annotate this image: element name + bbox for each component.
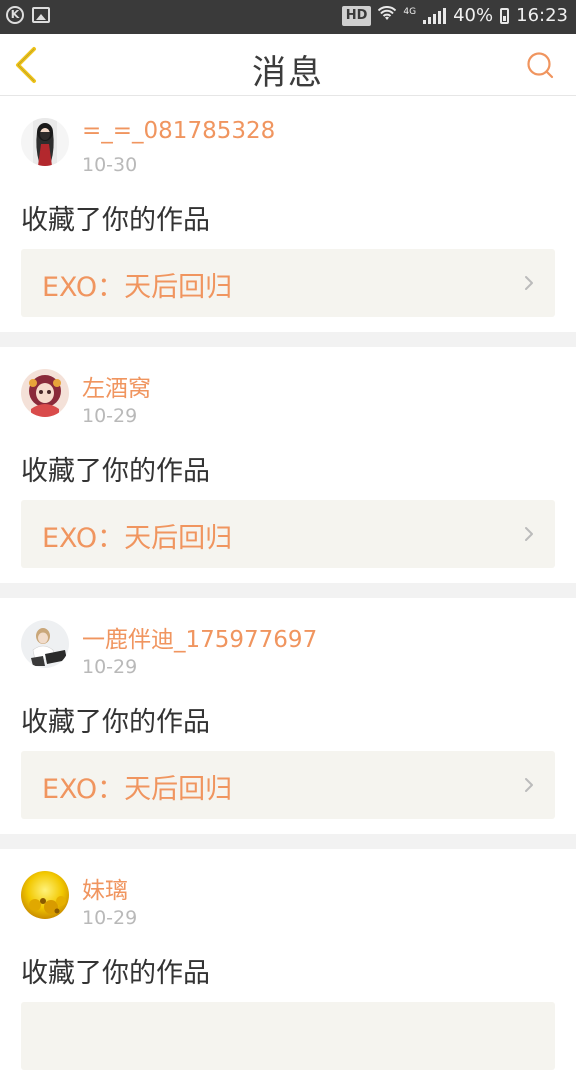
- page-title: 消息: [252, 53, 324, 93]
- search-button[interactable]: [526, 51, 556, 81]
- battery-icon: [500, 7, 510, 24]
- username[interactable]: 妹璃: [82, 871, 128, 905]
- username[interactable]: 左酒窝: [82, 369, 151, 403]
- divider: [0, 332, 576, 347]
- work-title: EXO：天后回归: [42, 272, 233, 303]
- avatar[interactable]: [21, 620, 69, 668]
- chevron-right-icon: [525, 276, 533, 290]
- message-date: 10-30: [82, 154, 138, 176]
- message-list: =_=_081785328 10-30 收藏了你的作品 EXO：天后回归 左酒窝: [0, 96, 576, 1085]
- work-title: EXO：天后回归: [42, 774, 233, 805]
- signal-icon: [423, 7, 447, 24]
- status-left: K: [6, 6, 50, 24]
- hd-badge: HD: [341, 5, 372, 26]
- avatar[interactable]: [21, 871, 69, 919]
- chevron-right-icon: [525, 527, 533, 541]
- work-link[interactable]: EXO：天后回归: [21, 249, 555, 317]
- message-item: =_=_081785328 10-30 收藏了你的作品 EXO：天后回归: [0, 96, 576, 332]
- message-text: 收藏了你的作品: [21, 707, 210, 738]
- message-item: 左酒窝 10-29 收藏了你的作品 EXO：天后回归: [0, 347, 576, 583]
- chevron-right-icon: [525, 778, 533, 792]
- avatar[interactable]: [21, 369, 69, 417]
- username[interactable]: 一鹿伴迪_175977697: [82, 620, 317, 654]
- message-date: 10-29: [82, 907, 138, 929]
- search-icon: [527, 52, 554, 79]
- divider: [0, 834, 576, 849]
- message-text: 收藏了你的作品: [21, 958, 210, 989]
- clock: 16:23: [516, 5, 568, 26]
- message-item: 妹璃 10-29 收藏了你的作品: [0, 849, 576, 1085]
- status-bar: K HD 4G 40% 16:23: [0, 0, 576, 34]
- status-right: HD 4G 40% 16:23: [341, 5, 568, 26]
- gallery-icon: [32, 7, 50, 23]
- message-date: 10-29: [82, 656, 138, 678]
- divider: [0, 583, 576, 598]
- work-link[interactable]: [21, 1002, 555, 1070]
- message-item: 一鹿伴迪_175977697 10-29 收藏了你的作品 EXO：天后回归: [0, 598, 576, 834]
- network-type: 4G: [403, 6, 417, 17]
- wifi-icon: [378, 5, 397, 26]
- avatar[interactable]: [21, 118, 69, 166]
- app-header: 消息: [0, 34, 576, 96]
- message-date: 10-29: [82, 405, 138, 427]
- message-text: 收藏了你的作品: [21, 456, 210, 487]
- work-link[interactable]: EXO：天后回归: [21, 751, 555, 819]
- work-link[interactable]: EXO：天后回归: [21, 500, 555, 568]
- message-text: 收藏了你的作品: [21, 205, 210, 236]
- username[interactable]: =_=_081785328: [82, 118, 275, 144]
- battery-percent: 40%: [453, 5, 494, 26]
- work-title: EXO：天后回归: [42, 523, 233, 554]
- k-app-icon: K: [6, 6, 24, 24]
